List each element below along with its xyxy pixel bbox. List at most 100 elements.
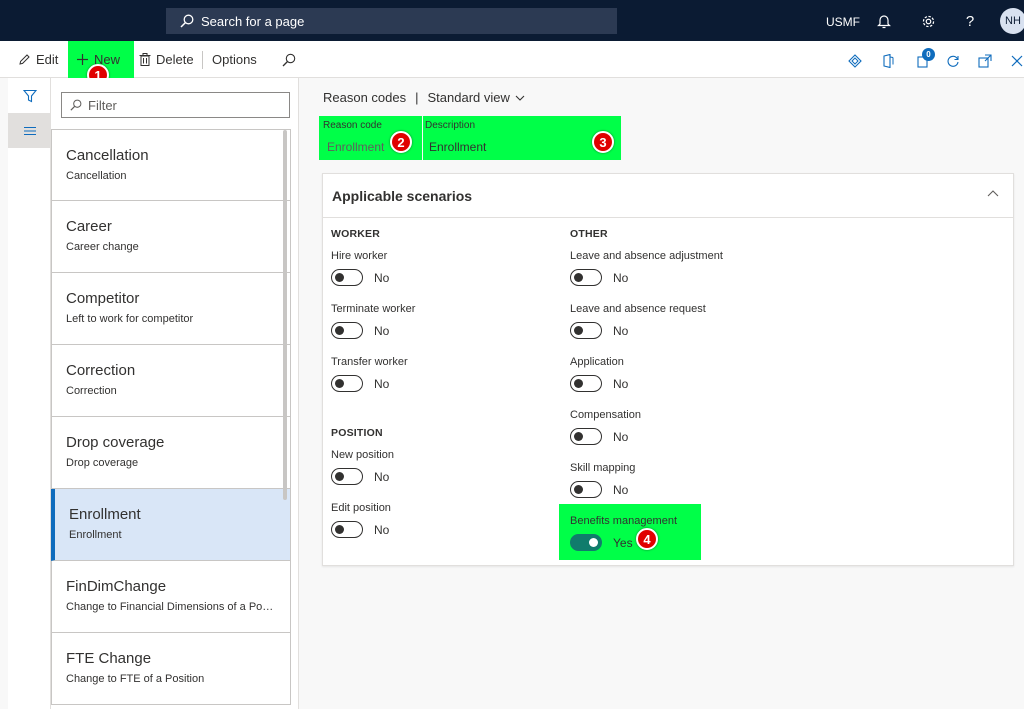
refresh-icon[interactable]	[946, 54, 960, 68]
list-item-title: Correction	[66, 362, 136, 379]
toggle-value: No	[613, 429, 629, 444]
list-item[interactable]: FTE Change Change to FTE of a Position	[51, 633, 291, 705]
toggle-label: Application	[570, 356, 624, 368]
filter-input[interactable]: Filter	[61, 92, 290, 118]
delete-label: Delete	[156, 52, 194, 67]
list-item-title: Career	[66, 218, 112, 235]
diamond-icon[interactable]	[848, 54, 862, 68]
list-item-subtitle: Change to FTE of a Position	[66, 673, 205, 685]
other-heading: OTHER	[570, 228, 608, 240]
toggle-switch[interactable]	[331, 375, 363, 392]
company-selector[interactable]: USMF	[826, 15, 860, 29]
callout-marker-4: 4	[636, 528, 658, 550]
action-separator	[202, 51, 203, 69]
toggle-switch[interactable]	[570, 481, 602, 498]
list-item-subtitle: Correction	[66, 385, 117, 397]
toggle-label: Skill mapping	[570, 462, 636, 474]
options-button[interactable]: Options	[212, 41, 257, 78]
application-toggle[interactable]: Application No	[570, 356, 770, 400]
toggle-value: No	[374, 323, 390, 338]
toggle-label: Transfer worker	[331, 356, 408, 368]
breadcrumb-page: Reason codes	[323, 90, 407, 105]
list-item[interactable]: Drop coverage Drop coverage	[51, 417, 291, 489]
list-view-icon[interactable]	[8, 113, 51, 148]
toggle-value: Yes	[613, 535, 633, 550]
list-item[interactable]: FinDimChange Change to Financial Dimensio…	[51, 561, 291, 633]
action-search-icon[interactable]	[282, 41, 301, 78]
new-position-toggle[interactable]: New position No	[331, 449, 531, 493]
bell-icon[interactable]	[874, 11, 894, 31]
compensation-toggle[interactable]: Compensation No	[570, 409, 770, 453]
toggle-value: No	[613, 323, 629, 338]
toggle-switch[interactable]	[331, 322, 363, 339]
reason-code-list: Cancellation Cancellation Career Career ch…	[51, 129, 291, 705]
list-scrollbar[interactable]	[283, 130, 287, 500]
list-item-selected[interactable]: Enrollment Enrollment	[51, 489, 291, 561]
gear-icon[interactable]	[918, 11, 938, 31]
terminate-worker-toggle[interactable]: Terminate worker No	[331, 303, 531, 347]
avatar[interactable]: NH	[1000, 8, 1024, 34]
hire-worker-toggle[interactable]: Hire worker No	[331, 250, 531, 294]
skill-mapping-toggle[interactable]: Skill mapping No	[570, 462, 770, 506]
toggle-label: Hire worker	[331, 250, 388, 262]
toggle-label: New position	[331, 449, 394, 461]
list-item-subtitle: Cancellation	[66, 170, 127, 182]
page-search-box[interactable]: Search for a page	[166, 8, 617, 34]
toggle-switch[interactable]	[331, 521, 363, 538]
description-field[interactable]: Description Enrollment	[423, 116, 621, 160]
toggle-switch[interactable]	[570, 269, 602, 286]
card-title: Applicable scenarios	[332, 188, 473, 204]
toggle-value: No	[613, 482, 629, 497]
chevron-up-icon[interactable]	[987, 190, 999, 197]
left-navigation-strip	[8, 78, 51, 709]
edit-button[interactable]: Edit	[18, 41, 58, 78]
office-icon[interactable]	[881, 54, 895, 68]
list-item[interactable]: Competitor Left to work for competitor	[51, 273, 291, 345]
callout-marker-3: 3	[592, 131, 614, 153]
reason-code-value: Enrollment	[327, 140, 385, 154]
list-item-subtitle: Enrollment	[69, 529, 122, 541]
list-item-subtitle: Drop coverage	[66, 457, 139, 469]
open-in-new-window-icon[interactable]	[978, 54, 992, 68]
toggle-switch[interactable]	[570, 375, 602, 392]
transfer-worker-toggle[interactable]: Transfer worker No	[331, 356, 531, 400]
list-item-title: FinDimChange	[66, 578, 167, 595]
list-item[interactable]: Cancellation Cancellation	[51, 129, 291, 201]
top-navigation-bar: Search for a page USMF ? NH	[0, 0, 1024, 41]
search-icon	[180, 14, 194, 28]
toggle-label: Leave and absence adjustment	[570, 250, 723, 262]
toggle-value: No	[613, 376, 629, 391]
list-item-title: Drop coverage	[66, 434, 165, 451]
trash-icon	[139, 53, 151, 66]
leave-absence-adjustment-toggle[interactable]: Leave and absence adjustment No	[570, 250, 770, 294]
filter-icon[interactable]	[8, 78, 51, 113]
list-item-subtitle: Career change	[66, 241, 139, 253]
list-item-subtitle: Change to Financial Dimensions of a Posi…	[66, 601, 276, 613]
pencil-icon	[19, 54, 30, 65]
list-item[interactable]: Correction Correction	[51, 345, 291, 417]
toggle-label: Terminate worker	[331, 303, 416, 315]
toggle-label: Leave and absence request	[570, 303, 706, 315]
toggle-switch[interactable]	[331, 468, 363, 485]
toggle-switch[interactable]	[570, 428, 602, 445]
list-item[interactable]: Career Career change	[51, 201, 291, 273]
toggle-switch-on[interactable]	[570, 534, 602, 551]
edit-position-toggle[interactable]: Edit position No	[331, 502, 531, 546]
toggle-switch[interactable]	[570, 322, 602, 339]
breadcrumb-separator: |	[415, 90, 419, 105]
toggle-switch[interactable]	[331, 269, 363, 286]
options-label: Options	[212, 52, 257, 67]
worker-heading: WORKER	[331, 228, 381, 240]
benefits-management-toggle[interactable]: Benefits management Yes	[570, 515, 770, 559]
delete-button[interactable]: Delete	[139, 41, 194, 78]
list-item-title: Competitor	[66, 290, 140, 307]
list-item-title: Cancellation	[66, 147, 149, 164]
leave-absence-request-toggle[interactable]: Leave and absence request No	[570, 303, 770, 347]
help-icon[interactable]: ?	[960, 11, 980, 31]
list-item-title: Enrollment	[69, 506, 141, 523]
view-selector[interactable]: Standard view	[428, 90, 510, 105]
card-header[interactable]: Applicable scenarios	[323, 174, 1013, 218]
toggle-value: No	[374, 522, 390, 537]
chevron-down-icon[interactable]	[515, 95, 525, 101]
close-icon[interactable]	[1010, 54, 1024, 68]
